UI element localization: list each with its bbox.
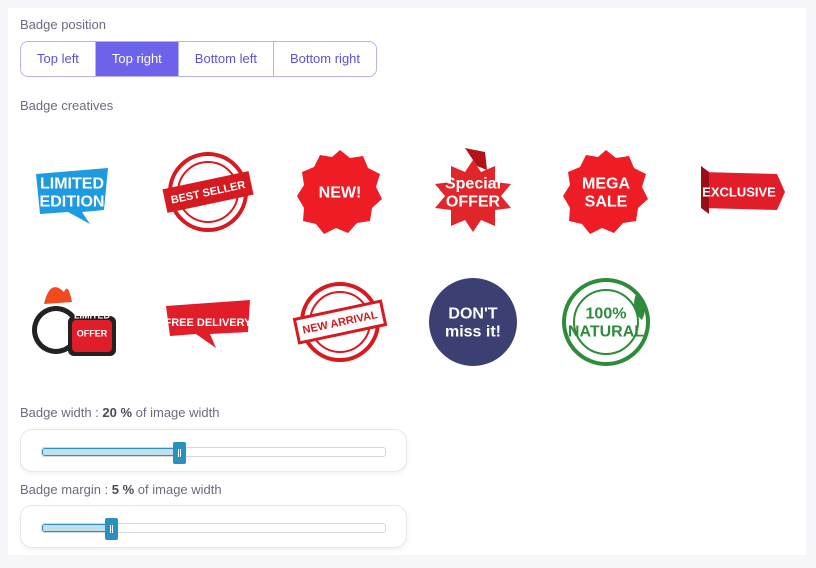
best-seller-icon: BEST SELLER [162,152,254,232]
svg-text:NEW!: NEW! [319,185,362,202]
badge-new-arrival[interactable]: NEW ARRIVAL [292,274,388,370]
badge-mega-sale[interactable]: MEGA SALE [558,144,654,240]
badge-settings-panel: Badge position Top left Top right Bottom l… [8,8,806,555]
svg-text:LIMITED: LIMITED [74,311,110,321]
mega-sale-icon: MEGASALE [563,150,648,234]
svg-text:LIMITED: LIMITED [40,176,104,193]
svg-text:100%: 100% [586,306,627,323]
badge-margin-slider[interactable] [20,505,407,548]
svg-text:MEGA: MEGA [582,176,630,193]
badge-best-seller[interactable]: BEST SELLER [160,144,256,240]
badge-limited-edition[interactable]: LIMITED EDITION [24,144,120,240]
badge-new[interactable]: NEW! [292,144,388,240]
svg-text:FREE DELIVERY: FREE DELIVERY [165,317,253,329]
svg-text:miss it!: miss it! [445,324,501,341]
badge-exclusive[interactable]: EXCLUSIVE [691,144,787,240]
slider-thumb[interactable] [104,518,118,540]
position-option-bottom-left[interactable]: Bottom left [179,42,274,76]
svg-text:NATURAL: NATURAL [568,324,644,341]
free-delivery-icon: FREE DELIVERY [165,300,253,348]
100-natural-icon: 100%NATURAL [562,278,650,366]
badge-creatives-label: Badge creatives [20,98,114,113]
slider-track[interactable] [41,442,386,464]
svg-text:DON'T: DON'T [448,306,497,323]
slider-fill [42,524,111,532]
exclusive-icon: EXCLUSIVE [701,166,785,214]
svg-text:OFFER: OFFER [446,194,501,211]
slider-thumb[interactable] [173,442,187,464]
dont-miss-it-icon: DON'Tmiss it! [429,278,517,366]
badge-limited-offer[interactable]: LIMITED OFFER [24,274,120,370]
new-icon: NEW! [297,150,382,234]
position-option-bottom-right[interactable]: Bottom right [274,42,376,76]
slider-track[interactable] [41,518,386,540]
badge-width-label: Badge width : 20 % of image width [20,405,220,420]
svg-text:SALE: SALE [585,194,628,211]
special-offer-icon: SpecialOFFER [435,148,511,232]
badge-free-delivery[interactable]: FREE DELIVERY [160,274,256,370]
badge-special-offer[interactable]: Special OFFER [425,144,521,240]
svg-text:Special: Special [445,176,501,193]
badge-margin-label: Badge margin : 5 % of image width [20,482,222,497]
svg-text:EDITION: EDITION [40,194,105,211]
svg-text:EXCLUSIVE: EXCLUSIVE [702,185,776,200]
badge-dont-miss-it[interactable]: DON'T miss it! [425,274,521,370]
new-arrival-icon: NEW ARRIVAL [292,282,388,362]
badge-width-slider[interactable] [20,429,407,472]
position-option-top-left[interactable]: Top left [21,42,96,76]
limited-offer-icon: LIMITED OFFER [32,287,116,356]
limited-edition-icon: LIMITEDEDITION [36,168,108,224]
badge-100-natural[interactable]: 100% NATURAL [558,274,654,370]
svg-text:OFFER: OFFER [77,329,108,339]
badge-position-label: Badge position [20,17,107,32]
slider-fill [42,448,180,456]
badge-position-selector: Top left Top right Bottom left Bottom right [20,41,378,77]
position-option-top-right[interactable]: Top right [95,42,179,76]
